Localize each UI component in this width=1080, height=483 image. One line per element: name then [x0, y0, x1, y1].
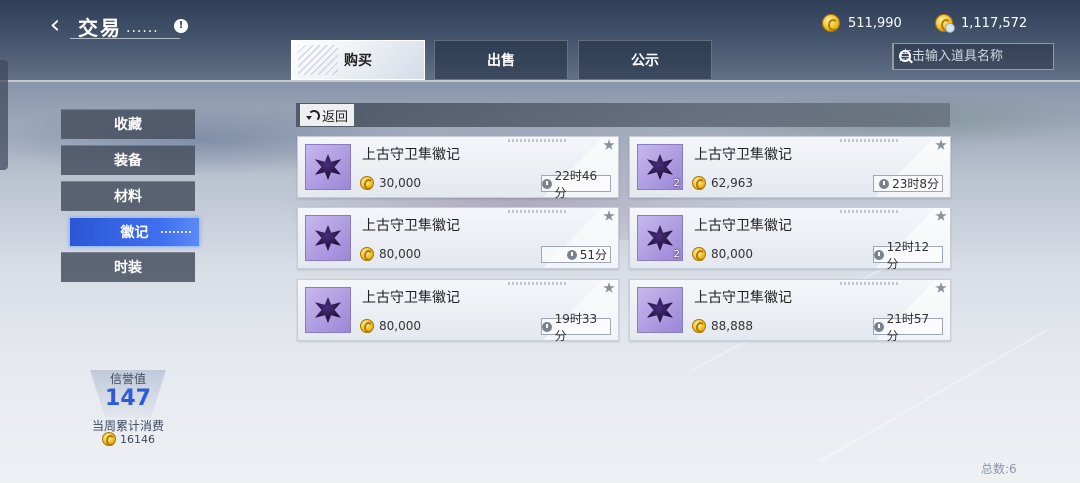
remaining-time: 22时46分: [541, 169, 611, 200]
gold-coin-icon: [822, 14, 840, 32]
item-price-value: 80,000: [379, 247, 421, 261]
remaining-time: 12时12分: [873, 240, 943, 271]
item-name: 上古守卫隼徽记: [362, 290, 460, 306]
remaining-time: 51分: [541, 246, 611, 263]
category-favorites[interactable]: 收藏: [61, 109, 195, 139]
item-price: 62,963: [692, 176, 753, 190]
gold-coin-icon: [102, 432, 116, 446]
listing-card[interactable]: 2 上古守卫隼徽记 80,000 12时12分: [629, 207, 951, 271]
emblem-item-icon: [305, 144, 351, 190]
weekly-spend-value: 16146: [120, 432, 155, 446]
category-equipment[interactable]: 装备: [61, 145, 195, 175]
info-icon[interactable]: !: [174, 19, 188, 33]
remaining-time-value: 51分: [579, 248, 607, 262]
item-name: 上古守卫隼徽记: [694, 218, 792, 234]
tab-buy[interactable]: 购买: [291, 40, 425, 80]
tab-sell[interactable]: 出售: [434, 40, 568, 80]
clock-icon: [542, 321, 552, 332]
return-button[interactable]: 返回: [300, 104, 355, 126]
item-count: 2: [673, 249, 680, 260]
reputation-label: 信誉值: [109, 372, 146, 386]
item-price: 80,000: [360, 319, 421, 333]
item-count: 2: [673, 178, 680, 189]
gold-coin-icon: [692, 247, 706, 261]
currency-bound-gold-value: 1,117,572: [961, 15, 1028, 31]
return-arrow-icon: [306, 109, 320, 122]
category-materials[interactable]: 材料: [61, 181, 195, 211]
remaining-time-value: 19时33分: [554, 311, 598, 343]
remaining-time: 23时8分: [873, 175, 943, 192]
listing-card[interactable]: 2 上古守卫隼徽记 62,963 23时8分: [629, 136, 951, 198]
remaining-time-value: 23时8分: [892, 177, 939, 191]
emblem-item-icon: [305, 215, 351, 261]
item-name: 上古守卫隼徽记: [362, 218, 460, 234]
listing-card[interactable]: 上古守卫隼徽记 30,000 22时46分: [297, 136, 619, 200]
background-light-streak: [820, 330, 1047, 462]
title-decoration: ......: [126, 20, 159, 36]
clock-icon: [874, 321, 884, 332]
search-box: [892, 43, 1069, 70]
item-name: 上古守卫隼徽记: [694, 147, 792, 163]
clock-icon: [874, 249, 884, 260]
remaining-time-value: 22时46分: [554, 168, 598, 200]
bound-gold-coin-icon: [935, 14, 955, 33]
clock-icon: [879, 178, 890, 189]
item-price-value: 80,000: [379, 319, 421, 333]
remaining-time: 19时33分: [541, 312, 611, 343]
item-price-value: 30,000: [379, 176, 421, 190]
clock-icon: [566, 249, 577, 260]
emblem-item-icon: [305, 287, 351, 333]
side-drawer-handle[interactable]: [0, 60, 8, 170]
listing-panel-header: [296, 103, 950, 127]
emblem-item-icon: 2: [637, 215, 683, 261]
listing-card[interactable]: 上古守卫隼徽记 80,000 19时33分: [297, 279, 619, 343]
gold-coin-icon: [360, 247, 374, 261]
remaining-time-value: 12时12分: [886, 239, 930, 271]
item-name: 上古守卫隼徽记: [694, 290, 792, 306]
listing-card[interactable]: 上古守卫隼徽记 88,888 21时57分: [629, 279, 951, 343]
back-chevron-icon[interactable]: ‹: [40, 10, 70, 40]
emblem-item-icon: [637, 287, 683, 333]
item-price-value: 80,000: [711, 247, 753, 261]
remaining-time: 21时57分: [873, 312, 943, 343]
emblem-item-icon: 2: [637, 144, 683, 190]
tab-publicity[interactable]: 公示: [578, 40, 712, 80]
currency-gold-value: 511,990: [848, 15, 902, 31]
item-price: 80,000: [360, 247, 421, 261]
clock-icon: [542, 178, 552, 189]
item-price-value: 62,963: [711, 176, 753, 190]
total-count: 总数:6: [981, 462, 1017, 476]
reputation-value: 147: [105, 386, 151, 411]
gold-coin-icon: [692, 176, 706, 190]
category-fashion[interactable]: 时装: [61, 252, 195, 282]
currency-gold: 511,990: [822, 14, 902, 32]
search-input[interactable]: [894, 44, 1069, 69]
gold-coin-icon: [360, 319, 374, 333]
item-name: 上古守卫隼徽记: [362, 147, 460, 163]
listing-card[interactable]: 上古守卫隼徽记 80,000 51分: [297, 207, 619, 269]
currency-bound-gold: 1,117,572: [935, 14, 1028, 33]
item-price: 30,000: [360, 176, 421, 190]
item-price-value: 88,888: [711, 319, 753, 333]
item-price: 88,888: [692, 319, 753, 333]
search-icon[interactable]: [893, 44, 911, 69]
item-price: 80,000: [692, 247, 753, 261]
category-emblems[interactable]: 徽记: [69, 217, 200, 247]
gold-coin-icon: [360, 176, 374, 190]
weekly-spend: 16146: [102, 432, 155, 446]
gold-coin-icon: [692, 319, 706, 333]
title-underline: [70, 38, 180, 39]
return-label: 返回: [322, 109, 349, 125]
remaining-time-value: 21时57分: [886, 311, 930, 343]
page-title: 交易: [78, 16, 122, 40]
